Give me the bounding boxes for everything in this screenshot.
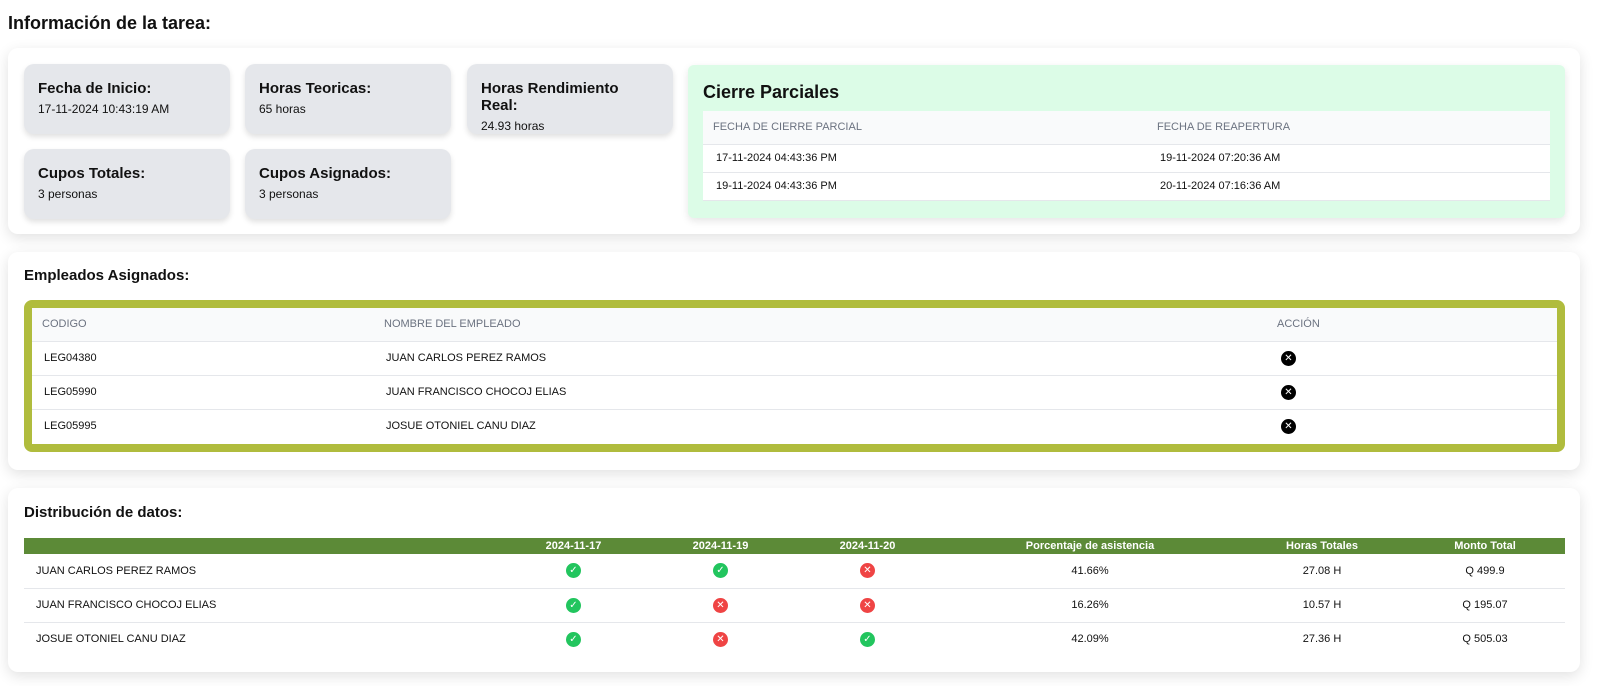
- table-row: 17-11-2024 04:43:36 PM 19-11-2024 07:20:…: [703, 144, 1550, 173]
- card-label: Fecha de Inicio:: [38, 80, 152, 97]
- column-header-action: ACCIÓN: [1267, 308, 1557, 342]
- action-cell: ✕: [1267, 409, 1557, 443]
- table-row: 19-11-2024 04:43:36 PM 20-11-2024 07:16:…: [703, 172, 1550, 201]
- x-circle-icon: ✕: [713, 631, 728, 647]
- employee-name: JUAN CARLOS PEREZ RAMOS: [24, 554, 500, 589]
- employee-code: LEG05995: [44, 420, 97, 433]
- check-circle-icon: ✓: [566, 597, 581, 613]
- remove-circle-icon[interactable]: ✕: [1281, 384, 1296, 400]
- reopen-date-cell: 19-11-2024 07:20:36 AM: [1147, 144, 1550, 173]
- assigned-employees-box: CODIGO NOMBRE DEL EMPLEADO ACCIÓN LEG043…: [24, 300, 1565, 452]
- assigned-employees-table: CODIGO NOMBRE DEL EMPLEADO ACCIÓN LEG043…: [32, 308, 1557, 443]
- employee-name: JOSUE OTONIEL CANU DIAZ: [36, 633, 186, 646]
- table-row: LEG05995 JOSUE OTONIEL CANU DIAZ ✕: [32, 409, 1557, 443]
- task-info-panel: Fecha de Inicio: 17-11-2024 10:43:19 AM …: [8, 48, 1580, 234]
- table-row: JUAN CARLOS PEREZ RAMOS ✓ ✓ ✕ 41.66% 27.08 HQ…: [24, 554, 1565, 589]
- partial-closures-table: FECHA DE CIERRE PARCIAL FECHA DE REAPERT…: [703, 111, 1550, 201]
- x-circle-icon: ✕: [713, 597, 728, 613]
- card-start-date: Fecha de Inicio: 17-11-2024 10:43:19 AM: [24, 64, 230, 134]
- x-circle-icon: ✕: [860, 563, 875, 579]
- column-header-reopen-date: FECHA DE REAPERTURA: [1147, 111, 1550, 145]
- assigned-employees-panel: Empleados Asignados: CODIGO NOMBRE DEL E…: [8, 252, 1580, 470]
- remove-circle-icon[interactable]: ✕: [1281, 418, 1296, 434]
- table-header-row: CODIGO NOMBRE DEL EMPLEADO ACCIÓN: [32, 308, 1557, 342]
- card-theoretical-hours: Horas Teoricas: 65 horas: [245, 64, 451, 134]
- attendance-cell: ✕: [647, 588, 794, 623]
- attendance-cell: ✓: [500, 554, 647, 589]
- total-hours: 27.08 H: [1239, 554, 1405, 589]
- employee-code: LEG04380: [32, 341, 374, 376]
- remove-circle-icon[interactable]: ✕: [1281, 350, 1296, 366]
- data-distribution-title: Distribución de datos:: [24, 504, 183, 521]
- attendance-cell: ✓: [647, 554, 794, 589]
- column-header-name: [24, 538, 500, 554]
- check-circle-icon: ✓: [566, 563, 581, 579]
- action-cell: ✕: [1267, 375, 1557, 410]
- attendance-cell: ✓: [794, 622, 941, 656]
- column-header-date: 2024-11-20: [794, 538, 941, 554]
- card-value: 24.93 horas: [481, 119, 545, 133]
- partial-closures-title: Cierre Parciales: [703, 82, 840, 102]
- column-header-date: 2024-11-19: [647, 538, 794, 554]
- table-row: JUAN FRANCISCO CHOCOJ ELIAS ✓ ✕ ✕ 16.26% 10.5…: [24, 588, 1565, 623]
- card-label: Horas Rendimiento Real:: [481, 80, 619, 114]
- partial-closures-panel: Cierre Parciales FECHA DE CIERRE PARCIAL…: [688, 65, 1565, 218]
- attendance-pct: 41.66%: [941, 554, 1239, 589]
- page-title: Información de la tarea:: [8, 13, 212, 33]
- table-row: LEG04380 JUAN CARLOS PEREZ RAMOS ✕: [32, 341, 1557, 376]
- card-real-hours: Horas Rendimiento Real: 24.93 horas: [467, 64, 673, 134]
- card-assigned-slots: Cupos Asignados: 3 personas: [245, 149, 451, 219]
- table-header-row: 2024-11-17 2024-11-19 2024-11-20 Porcent…: [24, 538, 1565, 554]
- reopen-date-cell: 20-11-2024 07:16:36 AM: [1147, 172, 1550, 201]
- employee-name: JUAN FRANCISCO CHOCOJ ELIAS: [374, 375, 1267, 410]
- employee-code: LEG05990: [32, 375, 374, 410]
- column-header-total-hours: Horas Totales: [1239, 538, 1405, 554]
- check-circle-icon: ✓: [566, 631, 581, 647]
- card-total-slots: Cupos Totales: 3 personas: [24, 149, 230, 219]
- card-label: Cupos Asignados:: [259, 165, 391, 182]
- attendance-cell: ✕: [794, 554, 941, 589]
- table-row: JOSUE OTONIEL CANU DIAZ ✓ ✕ ✓ 42.09% 27.36 H Q…: [24, 622, 1565, 656]
- attendance-cell: ✓: [500, 622, 647, 656]
- attendance-cell: ✕: [647, 622, 794, 656]
- attendance-pct: 16.26%: [941, 588, 1239, 623]
- check-circle-icon: ✓: [860, 631, 875, 647]
- employee-name: JUAN CARLOS PEREZ RAMOS: [374, 341, 1267, 376]
- assigned-employees-title: Empleados Asignados:: [24, 267, 190, 284]
- column-header-name: NOMBRE DEL EMPLEADO: [374, 308, 1267, 342]
- card-label: Cupos Totales:: [38, 165, 146, 182]
- column-header-total-amount: Monto Total: [1405, 538, 1565, 554]
- column-header-attendance-pct: Porcentaje de asistencia: [941, 538, 1239, 554]
- x-circle-icon: ✕: [860, 597, 875, 613]
- data-distribution-panel: Distribución de datos: 2024-11-17 2024-1…: [8, 488, 1580, 672]
- data-distribution-table: 2024-11-17 2024-11-19 2024-11-20 Porcent…: [24, 538, 1565, 656]
- employee-name: JOSUE OTONIEL CANU DIAZ: [386, 420, 536, 433]
- employee-name: JUAN FRANCISCO CHOCOJ ELIAS: [24, 588, 500, 623]
- card-label: Horas Teoricas:: [259, 80, 372, 97]
- column-header-code: CODIGO: [32, 308, 374, 342]
- attendance-pct: 42.09%: [1071, 633, 1109, 646]
- attendance-cell: ✓: [500, 588, 647, 623]
- attendance-cell: ✕: [794, 588, 941, 623]
- column-header-close-date: FECHA DE CIERRE PARCIAL: [703, 111, 1147, 145]
- total-hours: 27.36 H: [1302, 633, 1342, 646]
- close-date-cell: 17-11-2024 04:43:36 PM: [703, 144, 1147, 173]
- check-circle-icon: ✓: [713, 563, 728, 579]
- table-header-row: FECHA DE CIERRE PARCIAL FECHA DE REAPERT…: [703, 111, 1550, 145]
- card-value: 17-11-2024 10:43:19 AM: [38, 102, 170, 116]
- close-date-cell: 19-11-2024 04:43:36 PM: [703, 172, 1147, 201]
- table-row: LEG05990 JUAN FRANCISCO CHOCOJ ELIAS ✕: [32, 375, 1557, 410]
- card-value: 65 horas: [259, 102, 306, 116]
- total-hours: 10.57 H: [1239, 588, 1405, 623]
- action-cell: ✕: [1267, 341, 1557, 376]
- card-value: 3 personas: [259, 187, 319, 201]
- total-amount: Q 505.03: [1462, 633, 1508, 646]
- card-value: 3 personas: [38, 187, 98, 201]
- column-header-date: 2024-11-17: [500, 538, 647, 554]
- total-amount: Q 195.07: [1405, 588, 1565, 623]
- total-amount: Q 499.9: [1405, 554, 1565, 589]
